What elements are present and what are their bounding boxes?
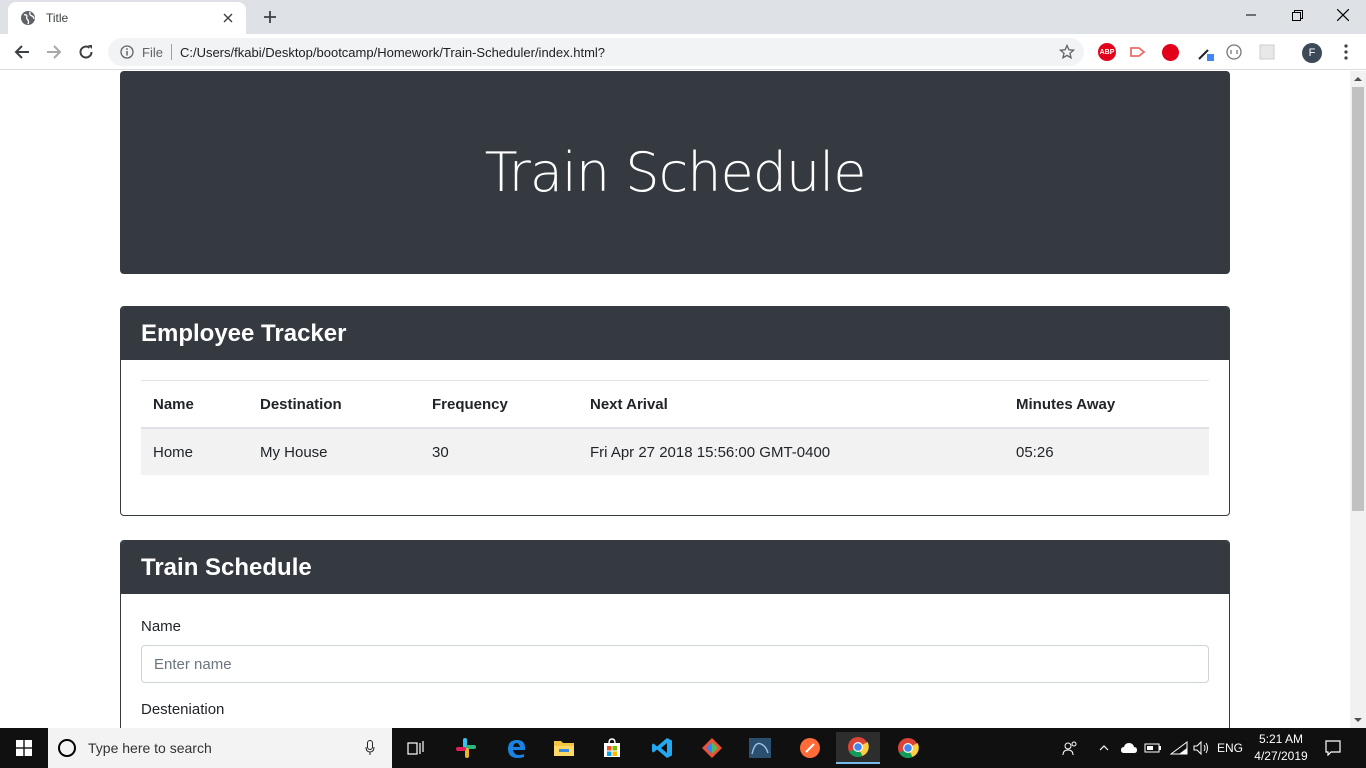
people-icon[interactable] [1058, 728, 1082, 768]
microsoft-store-icon[interactable] [590, 732, 634, 764]
address-bar[interactable]: File C:/Users/fkabi/Desktop/bootcamp/Hom… [108, 38, 1084, 66]
employee-tracker-body: Name Destination Frequency Next Arival M… [121, 360, 1229, 495]
train-table: Name Destination Frequency Next Arival M… [141, 380, 1209, 475]
gitkraken-icon[interactable] [690, 732, 734, 764]
column-header-destination: Destination [248, 380, 420, 429]
scroll-down-arrow-icon[interactable] [1354, 716, 1362, 724]
globe-icon [20, 10, 36, 26]
name-label: Name [141, 618, 182, 635]
scroll-thumb[interactable] [1352, 87, 1364, 511]
cell-name: Home [141, 428, 248, 475]
clock-time: 5:21 AM [1258, 732, 1304, 746]
back-button[interactable] [8, 38, 36, 66]
taskbar-clock[interactable]: 5:21 AM 4/27/2019 [1244, 731, 1318, 765]
tray-chevron-up-icon[interactable] [1096, 728, 1112, 768]
bookmark-star-icon[interactable] [1058, 43, 1076, 61]
close-window-button[interactable] [1320, 0, 1366, 30]
page-title: Train Schedule [484, 141, 867, 204]
train-schedule-card: Train Schedule Name Desteniation [120, 540, 1230, 728]
column-header-minutes-away: Minutes Away [1004, 380, 1209, 429]
vs-code-icon[interactable] [640, 732, 684, 764]
address-divider [170, 44, 172, 60]
column-header-next-arrival: Next Arival [578, 380, 1004, 429]
profile-avatar[interactable]: F [1302, 43, 1322, 63]
cortana-icon [58, 739, 76, 757]
clock-date: 4/27/2019 [1254, 749, 1308, 763]
volume-icon[interactable] [1190, 728, 1214, 768]
employee-tracker-header: Employee Tracker [121, 307, 1229, 360]
task-view-icon[interactable] [394, 732, 438, 764]
cell-next-arrival: Fri Apr 27 2018 15:56:00 GMT-0400 [578, 428, 1004, 475]
browser-toolbar: File C:/Users/fkabi/Desktop/bootcamp/Hom… [0, 34, 1366, 70]
address-url[interactable]: C:/Users/fkabi/Desktop/bootcamp/Homework… [180, 45, 605, 60]
extension-icon[interactable] [1224, 42, 1244, 62]
cast-extension-icon[interactable] [1128, 42, 1148, 62]
eyedropper-extension-icon[interactable] [1196, 42, 1216, 62]
language-indicator[interactable]: ENG [1216, 728, 1244, 768]
restore-button[interactable] [1274, 0, 1320, 30]
browser-tab-strip: Title [0, 0, 1366, 34]
onedrive-cloud-icon[interactable] [1118, 728, 1140, 768]
taskbar: Type here to search ENG 5:21 AM 4/27/201… [0, 728, 1366, 768]
column-header-name: Name [141, 380, 248, 429]
table-header-row: Name Destination Frequency Next Arival M… [141, 380, 1209, 429]
jumbotron: Train Schedule [120, 71, 1230, 274]
mysql-workbench-icon[interactable] [738, 732, 782, 764]
browser-menu-icon[interactable] [1336, 42, 1356, 62]
stop-extension-icon[interactable] [1162, 44, 1179, 61]
column-header-frequency: Frequency [420, 380, 578, 429]
train-form: Name Desteniation [121, 594, 1229, 728]
info-icon[interactable] [120, 45, 134, 59]
chrome-taskbar-icon-active[interactable] [836, 732, 880, 764]
adblock-extension-icon[interactable]: ABP [1098, 43, 1116, 61]
action-center-icon[interactable] [1320, 728, 1346, 768]
windows-start-icon[interactable] [0, 728, 48, 768]
chrome-taskbar-icon[interactable] [886, 732, 930, 764]
cell-minutes-away: 05:26 [1004, 428, 1209, 475]
employee-tracker-card: Employee Tracker Name Destination Freque… [120, 306, 1230, 516]
microphone-icon[interactable] [360, 738, 380, 758]
forward-button[interactable] [40, 38, 68, 66]
destination-label: Desteniation [141, 701, 225, 718]
new-tab-button[interactable] [258, 5, 282, 29]
browser-tab[interactable]: Title [8, 2, 246, 34]
tab-title: Title [46, 11, 69, 25]
cell-frequency: 30 [420, 428, 578, 475]
postman-icon[interactable] [788, 732, 832, 764]
table-row: Home My House 30 Fri Apr 27 2018 15:56:0… [141, 428, 1209, 475]
cell-destination: My House [248, 428, 420, 475]
page-viewport: Train Schedule Employee Tracker Name Des… [0, 71, 1350, 728]
taskbar-search-placeholder: Type here to search [88, 740, 212, 756]
battery-icon[interactable] [1142, 728, 1164, 768]
reload-button[interactable] [72, 38, 100, 66]
extension-grid-icon[interactable] [1257, 42, 1277, 62]
name-input[interactable] [141, 645, 1209, 683]
slack-icon[interactable] [444, 732, 488, 764]
edge-browser-icon[interactable] [494, 732, 538, 764]
wifi-icon[interactable] [1168, 728, 1190, 768]
file-explorer-icon[interactable] [542, 732, 586, 764]
close-tab-icon[interactable] [220, 10, 236, 26]
taskbar-search-box[interactable]: Type here to search [48, 728, 392, 768]
page-scrollbar[interactable] [1350, 71, 1366, 728]
address-scheme: File [142, 44, 163, 60]
minimize-button[interactable] [1228, 0, 1274, 30]
train-schedule-header: Train Schedule [121, 541, 1229, 594]
scroll-up-arrow-icon[interactable] [1354, 75, 1362, 83]
